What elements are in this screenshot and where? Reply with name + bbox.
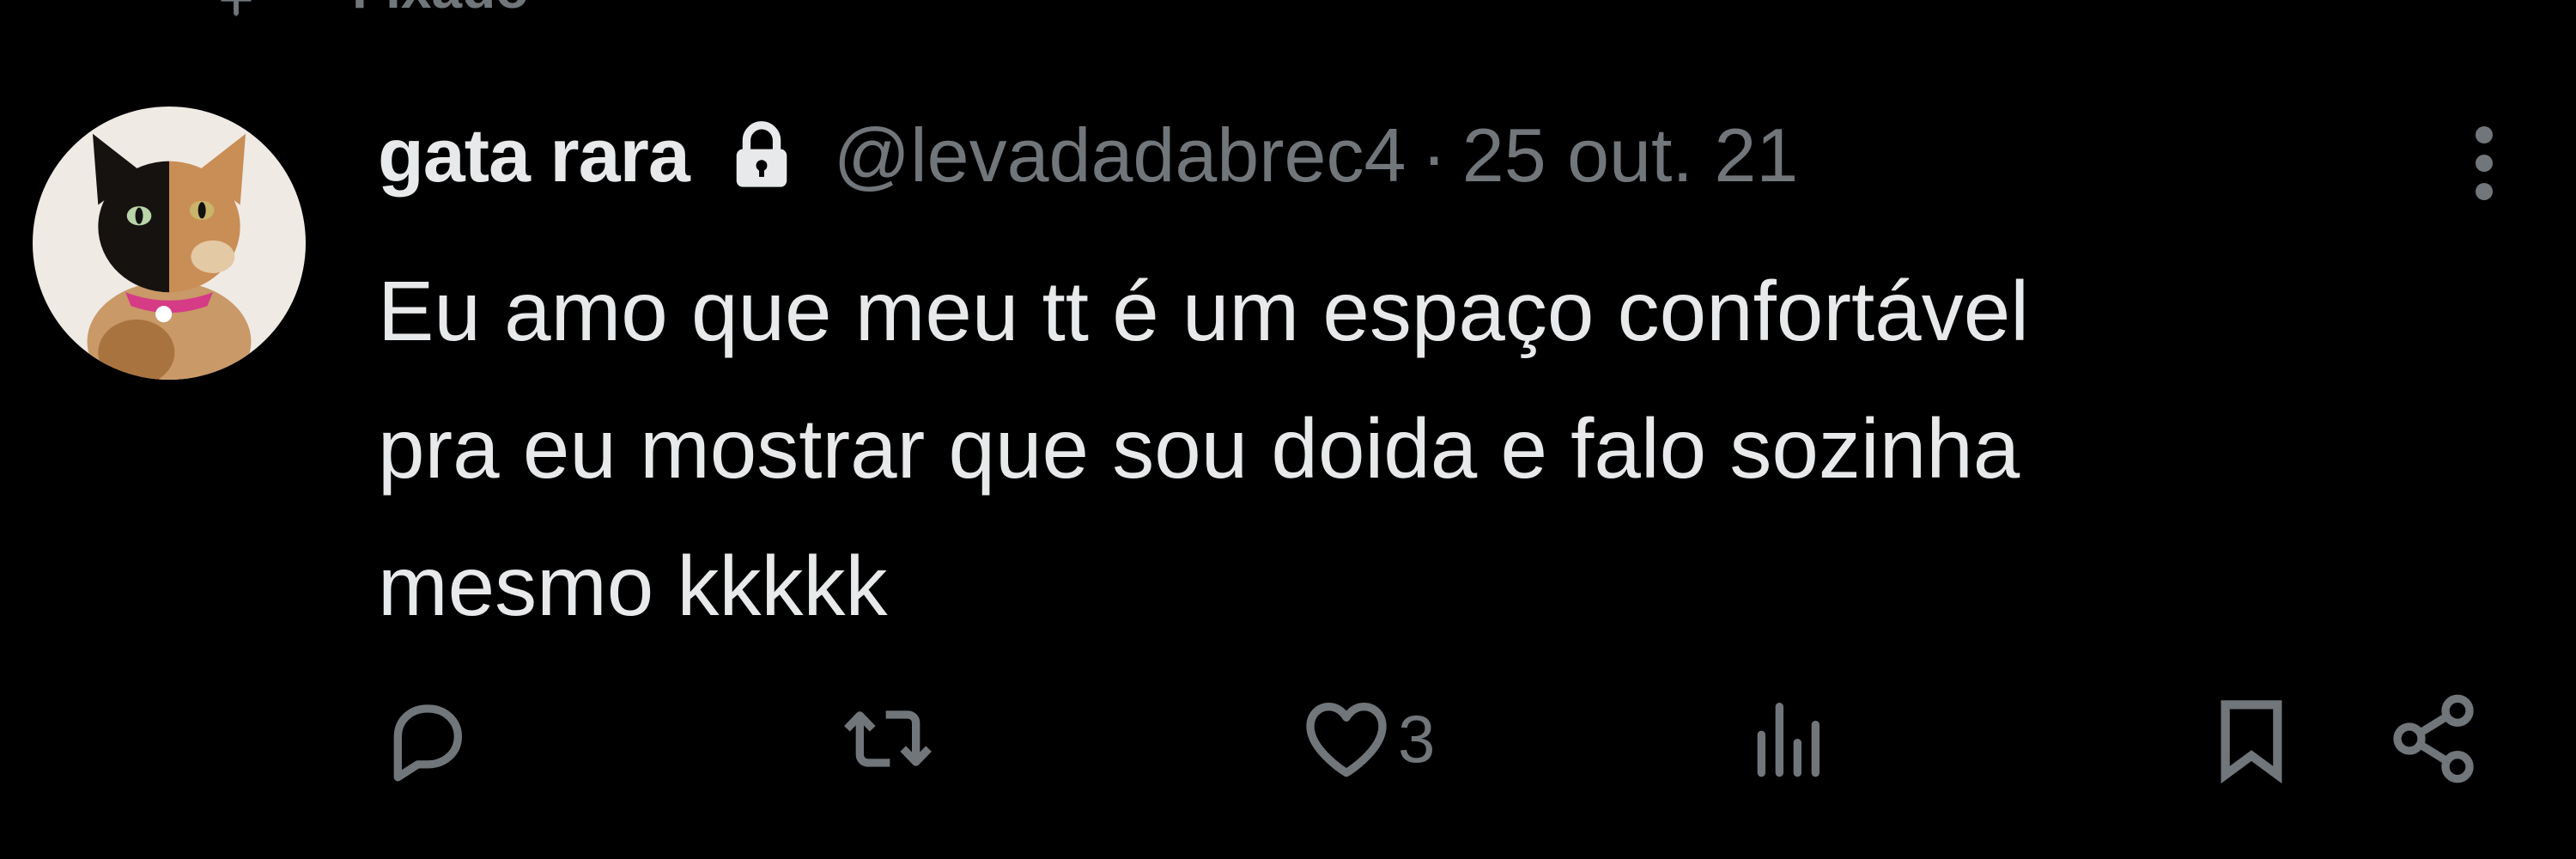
pinned-indicator: Fixado <box>206 0 529 21</box>
views-button[interactable] <box>1741 687 1841 790</box>
display-name[interactable]: gata rara <box>378 112 690 199</box>
views-icon <box>1757 703 1820 777</box>
tweet-header: gata rara @levadadabrec4 · 25 out. 21 <box>378 108 1798 203</box>
tweet-text-line: Eu amo que meu tt é um espaço confortáve… <box>378 264 2029 358</box>
pin-icon <box>221 0 252 17</box>
share-icon <box>2393 694 2474 783</box>
tweet-text-line: mesmo kkkkk <box>378 539 888 633</box>
like-count: 3 <box>1398 700 1436 777</box>
reply-icon <box>393 704 462 782</box>
lock-icon <box>736 121 787 187</box>
retweet-button[interactable] <box>840 687 939 790</box>
more-options-button[interactable] <box>2454 112 2514 215</box>
share-button[interactable] <box>2385 687 2482 790</box>
pinned-label: Fixado <box>352 0 529 21</box>
cat-avatar-image <box>33 107 306 380</box>
tweet-text-line: pra eu mostrar que sou doida e falo sozi… <box>378 401 2020 496</box>
timestamp[interactable]: 25 out. 21 <box>1462 112 1798 199</box>
bookmark-button[interactable] <box>2203 687 2300 790</box>
retweet-icon <box>844 710 932 767</box>
heart-icon <box>1306 703 1387 777</box>
user-handle[interactable]: @levadadabrec4 <box>834 112 1406 199</box>
avatar[interactable] <box>33 107 306 380</box>
separator-dot: · <box>1421 113 1447 198</box>
reply-button[interactable] <box>378 687 477 790</box>
bookmark-icon <box>2221 700 2282 784</box>
tweet-actions: 3 <box>0 687 2576 790</box>
like-button[interactable]: 3 <box>1298 687 1435 790</box>
more-vertical-icon <box>2476 126 2493 200</box>
tweet-text: Eu amo que meu tt é um espaço confortáve… <box>378 242 2456 655</box>
